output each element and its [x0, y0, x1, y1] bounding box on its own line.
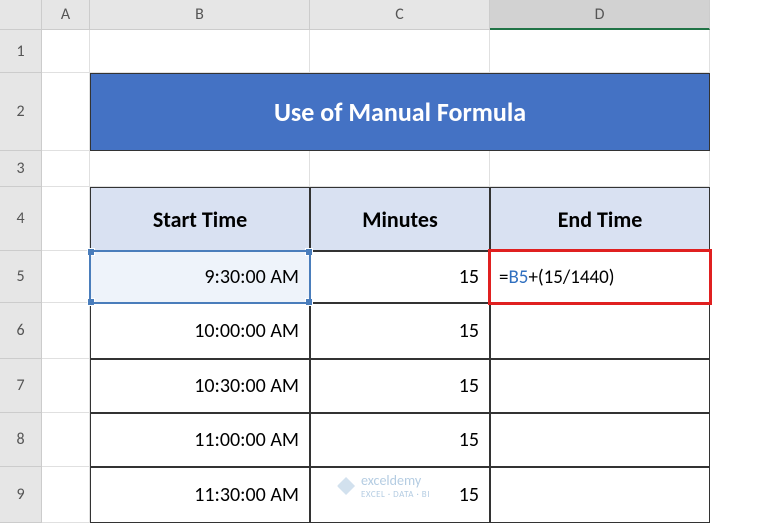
cell-A9[interactable] — [42, 467, 90, 523]
selection-handle[interactable] — [87, 248, 95, 256]
cell-A8[interactable] — [42, 413, 90, 467]
spreadsheet-grid[interactable]: A B C D 1 2 Use of Manual Formula 3 4 St… — [0, 0, 767, 523]
selection-handle[interactable] — [305, 298, 313, 306]
cell-value: 9:30:00 AM — [204, 265, 299, 289]
header-minutes[interactable]: Minutes — [310, 187, 490, 251]
cell-B7-start-time[interactable]: 10:30:00 AM — [90, 359, 310, 413]
cell-A4[interactable] — [42, 187, 90, 251]
row-header-4[interactable]: 4 — [0, 187, 42, 251]
header-end-time[interactable]: End Time — [490, 187, 710, 251]
cell-C7-minutes[interactable]: 15 — [310, 359, 490, 413]
cell-C6-minutes[interactable]: 15 — [310, 303, 490, 359]
cell-B5-start-time[interactable]: 9:30:00 AM — [90, 251, 310, 303]
cell-B1[interactable] — [90, 30, 310, 73]
cell-C3[interactable] — [310, 151, 490, 187]
cell-A3[interactable] — [42, 151, 90, 187]
row-header-6[interactable]: 6 — [0, 303, 42, 359]
selection-handle[interactable] — [87, 298, 95, 306]
cell-A1[interactable] — [42, 30, 90, 73]
row-header-9[interactable]: 9 — [0, 467, 42, 523]
cell-A7[interactable] — [42, 359, 90, 413]
cell-C1[interactable] — [310, 30, 490, 73]
row-header-7[interactable]: 7 — [0, 359, 42, 413]
title-banner[interactable]: Use of Manual Formula — [90, 73, 710, 151]
select-all-corner[interactable] — [0, 0, 42, 30]
header-start-time[interactable]: Start Time — [90, 187, 310, 251]
cell-A5[interactable] — [42, 251, 90, 303]
cell-D9-end-time[interactable] — [490, 467, 710, 523]
col-header-A[interactable]: A — [42, 0, 90, 30]
row-header-8[interactable]: 8 — [0, 413, 42, 467]
row-header-1[interactable]: 1 — [0, 30, 42, 73]
cell-A6[interactable] — [42, 303, 90, 359]
cell-B6-start-time[interactable]: 10:00:00 AM — [90, 303, 310, 359]
cell-B3[interactable] — [90, 151, 310, 187]
selection-handle[interactable] — [305, 248, 313, 256]
cell-D5-formula[interactable]: =B5+(15/1440) — [490, 251, 710, 303]
cell-D8-end-time[interactable] — [490, 413, 710, 467]
cell-D1[interactable] — [490, 30, 710, 73]
cell-B8-start-time[interactable]: 11:00:00 AM — [90, 413, 310, 467]
cell-D7-end-time[interactable] — [490, 359, 710, 413]
formula-text: =B5+(15/1440) — [499, 266, 615, 289]
cell-A2[interactable] — [42, 73, 90, 151]
cell-C5-minutes[interactable]: 15 — [310, 251, 490, 303]
col-header-D[interactable]: D — [490, 0, 710, 30]
row-header-5[interactable]: 5 — [0, 251, 42, 303]
cell-D3[interactable] — [490, 151, 710, 187]
row-header-3[interactable]: 3 — [0, 151, 42, 187]
cell-C9-minutes[interactable]: 15 — [310, 467, 490, 523]
col-header-C[interactable]: C — [310, 0, 490, 30]
row-header-2[interactable]: 2 — [0, 73, 42, 151]
col-header-B[interactable]: B — [90, 0, 310, 30]
cell-C8-minutes[interactable]: 15 — [310, 413, 490, 467]
cell-D6-end-time[interactable] — [490, 303, 710, 359]
cell-B9-start-time[interactable]: 11:30:00 AM — [90, 467, 310, 523]
